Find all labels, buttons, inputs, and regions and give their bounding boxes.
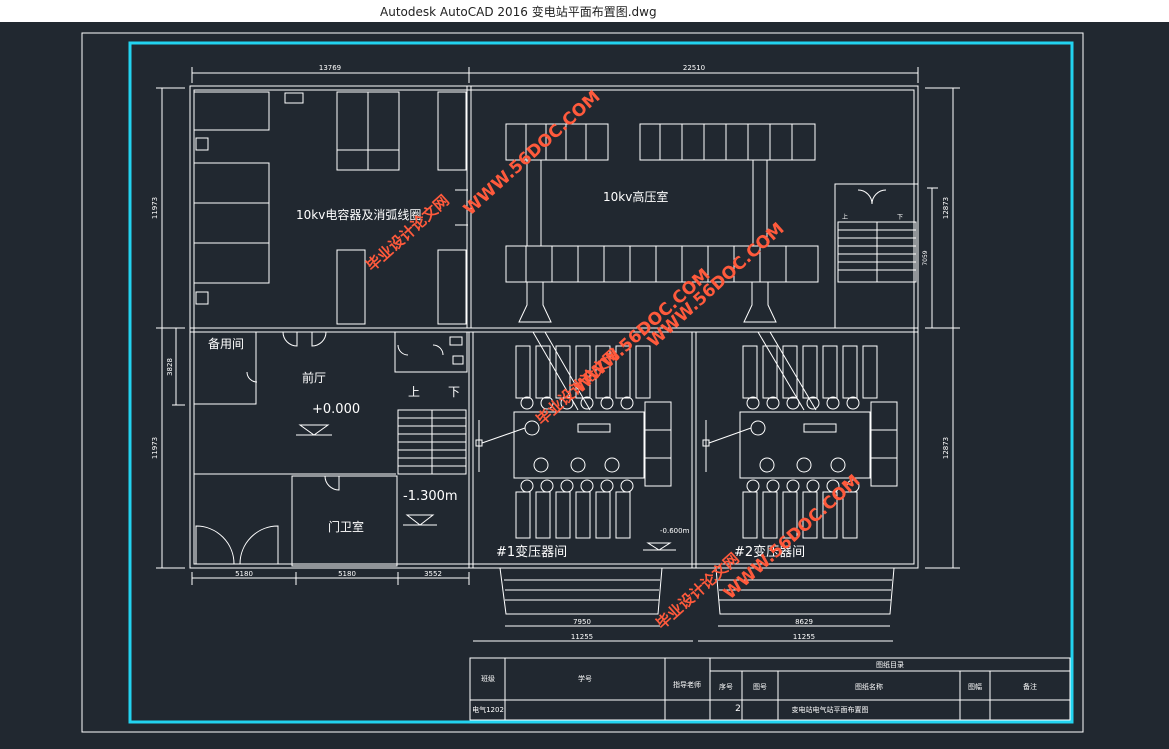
floor-plan-drawing: 13769 22510 11973 3828 11973 12873 7059 … — [81, 32, 1084, 733]
tb-sheet-size: 图幅 — [968, 682, 982, 691]
tb-remark: 备注 — [1023, 682, 1037, 691]
transformer-1-equipment — [475, 331, 676, 551]
dim-right-upper: 12873 — [942, 197, 950, 219]
tb-student-no: 学号 — [578, 674, 592, 683]
dim-bottom-2: 5180 — [338, 570, 356, 578]
dim-left-lower: 11973 — [151, 437, 159, 459]
dim-top-right: 22510 — [683, 64, 705, 72]
dim-t1-outer: 11255 — [571, 633, 593, 641]
stair-upper-right — [837, 189, 917, 283]
hall-level: +0.000 — [312, 402, 360, 417]
room-label-spare: 备用间 — [208, 337, 244, 351]
dim-t2-outer: 11255 — [793, 633, 815, 641]
tb-drawing-name: 图纸名称 — [855, 682, 883, 691]
inner-sheet-frame — [128, 41, 1074, 724]
tb-seq: 序号 — [719, 682, 733, 691]
dim-left-mid: 3828 — [166, 358, 174, 376]
left-dimension-line — [156, 87, 185, 569]
watermark-cn: 毕业设计论文网 — [533, 345, 623, 429]
stair-down-label: 下 — [897, 214, 903, 221]
dim-t2-inner: 8629 — [795, 618, 813, 626]
dim-t1-inner: 7950 — [573, 618, 591, 626]
dim-stair-height: 7059 — [922, 250, 929, 265]
right-dimension-line — [925, 87, 960, 569]
lobby-up-label: 上 — [408, 385, 420, 399]
bottom-dimension-line — [191, 572, 893, 642]
transformer-2-equipment — [702, 331, 898, 539]
stair-up-label: 上 — [842, 213, 848, 221]
tb-class-value: 电气1202 — [472, 705, 504, 714]
room-label-guard: 门卫室 — [328, 519, 364, 534]
dim-top-left: 13769 — [319, 64, 341, 72]
watermark-url: WWW.56DOC.COM — [460, 87, 604, 220]
dim-bottom-3: 3552 — [424, 570, 442, 578]
lobby-down-label: 下 — [448, 385, 460, 399]
dim-right-lower: 12873 — [942, 437, 950, 459]
window-title: Autodesk AutoCAD 2016 变电站平面布置图.dwg — [380, 5, 657, 19]
drawing-canvas[interactable]: 13769 22510 11973 3828 11973 12873 7059 … — [0, 22, 1169, 745]
room-label-t1: #1变压器间 — [496, 544, 567, 560]
room-label-capacitor: 10kv电容器及消弧线圈 — [296, 207, 421, 222]
tb-advisor: 指导老师 — [673, 680, 701, 689]
tb-seq-value: 2 — [735, 704, 741, 714]
room-label-hv: 10kv高压室 — [603, 189, 668, 204]
building-walls — [189, 85, 919, 569]
dim-bottom-1: 5180 — [235, 570, 253, 578]
dim-left-upper: 11973 — [151, 197, 159, 219]
top-dimension-line — [191, 67, 919, 83]
tb-class-label: 班级 — [481, 674, 495, 683]
room-label-hall: 前厅 — [302, 370, 326, 385]
tb-sheet-no: 图号 — [753, 683, 767, 691]
t1-level: -0.600m — [660, 527, 690, 535]
window-title-bar: Autodesk AutoCAD 2016 变电站平面布置图.dwg — [0, 0, 1169, 22]
basement-level: -1.300m — [403, 489, 458, 504]
tb-drawing-value: 变电站电气站平面布置图 — [792, 705, 869, 714]
watermark-cn: 毕业设计论文网 — [363, 191, 453, 275]
tb-header: 图纸目录 — [876, 660, 904, 669]
